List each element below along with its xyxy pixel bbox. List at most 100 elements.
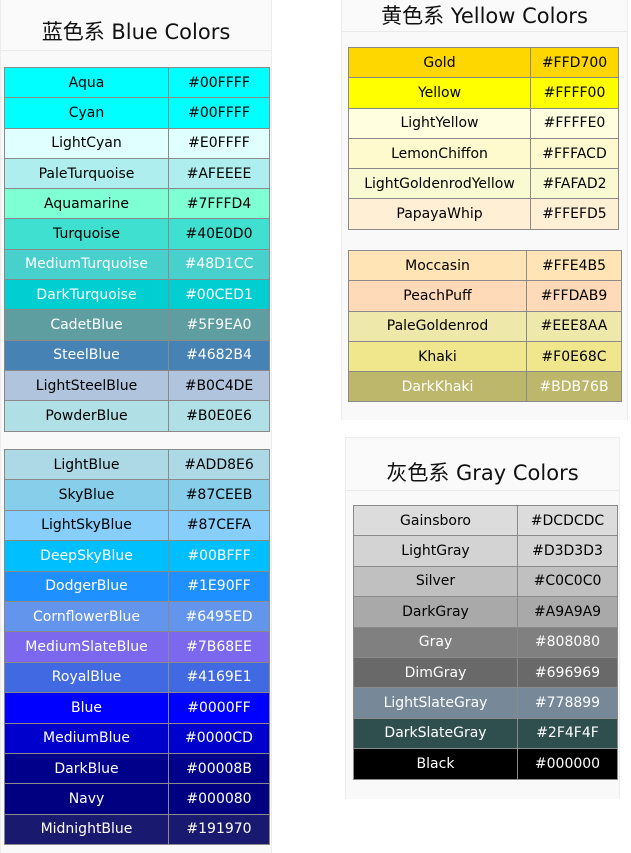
color-name-cell: MidnightBlue (4, 813, 169, 846)
color-row: Black #000000 (353, 748, 618, 780)
color-hex-cell: #00BFFF (168, 540, 270, 572)
color-hex-cell: #FFFF00 (530, 77, 619, 109)
yellow-colors-title: 黄色系 Yellow Colors (342, 0, 627, 32)
color-name-cell: Gainsboro (353, 504, 518, 537)
color-hex-cell: #40E0D0 (168, 218, 270, 250)
color-row: PaleTurquoise #AFEEEE (4, 157, 270, 190)
color-name-cell: DeepSkyBlue (4, 540, 169, 572)
color-name-cell: Gold (348, 46, 531, 79)
blue-colors-title: 蓝色系 Blue Colors (1, 0, 271, 51)
color-row: PaleGoldenrod #EEE8AA (348, 310, 622, 342)
color-name-cell: DarkTurquoise (4, 279, 169, 311)
color-name-cell: Cyan (4, 97, 169, 129)
color-hex-cell: #00008B (168, 752, 270, 785)
color-hex-cell: #696969 (517, 656, 618, 689)
color-hex-cell: #ADD8E6 (168, 448, 270, 481)
color-row: MediumTurquoise #48D1CC (4, 248, 270, 281)
color-row: DarkTurquoise #00CED1 (4, 279, 270, 311)
color-name-cell: MediumBlue (4, 722, 169, 754)
color-hex-cell: #DCDCDC (517, 504, 618, 537)
color-name-cell: Turquoise (4, 218, 169, 250)
color-row: Navy #000080 (4, 783, 270, 815)
color-row: LemonChiffon #FFFACD (348, 137, 619, 170)
color-hex-cell: #7FFFD4 (168, 188, 270, 220)
color-name-cell: DarkKhaki (348, 371, 527, 403)
color-row: MediumBlue #0000CD (4, 722, 270, 754)
color-name-cell: SteelBlue (4, 339, 169, 371)
color-row: Aqua #00FFFF (4, 66, 270, 99)
color-hex-cell: #0000FF (168, 692, 270, 724)
color-row: RoyalBlue #4169E1 (4, 661, 270, 694)
color-hex-cell: #FFD700 (530, 46, 619, 79)
color-name-cell: DarkBlue (4, 752, 169, 785)
color-name-cell: PeachPuff (348, 280, 527, 312)
color-hex-cell: #87CEFA (168, 509, 270, 542)
color-hex-cell: #A9A9A9 (517, 596, 618, 628)
color-hex-cell: #AFEEEE (168, 157, 270, 190)
color-row: Aquamarine #7FFFD4 (4, 188, 270, 220)
color-row: DarkGray #A9A9A9 (353, 596, 618, 628)
color-name-cell: Navy (4, 783, 169, 815)
color-hex-cell: #FFEFD5 (530, 198, 619, 230)
color-hex-cell: #5F9EA0 (168, 309, 270, 341)
color-name-cell: SkyBlue (4, 479, 169, 511)
color-hex-cell: #C0C0C0 (517, 565, 618, 598)
color-name-cell: LemonChiffon (348, 137, 531, 170)
color-name-cell: LightSkyBlue (4, 509, 169, 542)
color-row: Yellow #FFFF00 (348, 77, 619, 109)
color-hex-cell: #000000 (517, 748, 618, 780)
color-row: Turquoise #40E0D0 (4, 218, 270, 250)
color-hex-cell: #0000CD (168, 722, 270, 754)
color-name-cell: LightGray (353, 535, 518, 567)
color-hex-cell: #00CED1 (168, 279, 270, 311)
color-name-cell: Yellow (348, 77, 531, 109)
yellow-colors-table-1: Gold #FFD700 Yellow #FFFF00 LightYellow #FFFF… (348, 46, 619, 230)
color-hex-cell: #7B68EE (168, 631, 270, 663)
color-hex-cell: #EEE8AA (526, 310, 622, 342)
color-row: Silver #C0C0C0 (353, 565, 618, 598)
color-hex-cell: #FFFFE0 (530, 107, 619, 139)
color-row: LightYellow #FFFFE0 (348, 107, 619, 139)
color-name-cell: LightGoldenrodYellow (348, 168, 531, 200)
color-name-cell: Gray (353, 626, 518, 658)
color-hex-cell: #808080 (517, 626, 618, 658)
color-hex-cell: #E0FFFF (168, 127, 270, 159)
color-name-cell: Aqua (4, 66, 169, 99)
color-name-cell: MediumTurquoise (4, 248, 169, 281)
color-name-cell: Moccasin (348, 249, 527, 282)
color-row: PowderBlue #B0E0E6 (4, 400, 270, 432)
color-hex-cell: #D3D3D3 (517, 535, 618, 567)
color-name-cell: Khaki (348, 340, 527, 373)
color-name-cell: Aquamarine (4, 188, 169, 220)
color-row: MidnightBlue #191970 (4, 813, 270, 846)
color-hex-cell: #4682B4 (168, 339, 270, 371)
color-hex-cell: #FFFACD (530, 137, 619, 170)
blue-colors-table-1: Aqua #00FFFF Cyan #00FFFF LightCyan #E0FFFF Pa… (4, 66, 270, 432)
color-name-cell: PaleGoldenrod (348, 310, 527, 342)
color-name-cell: RoyalBlue (4, 661, 169, 694)
color-row: DarkBlue #00008B (4, 752, 270, 785)
color-row: LightBlue #ADD8E6 (4, 448, 270, 481)
color-row: DodgerBlue #1E90FF (4, 570, 270, 602)
color-row: Gold #FFD700 (348, 46, 619, 79)
color-name-cell: LightCyan (4, 127, 169, 159)
color-row: Cyan #00FFFF (4, 97, 270, 129)
color-row: SteelBlue #4682B4 (4, 339, 270, 371)
color-hex-cell: #6495ED (168, 600, 270, 633)
color-row: DarkSlateGray #2F4F4F (353, 717, 618, 750)
color-name-cell: LightBlue (4, 448, 169, 481)
color-row: LightSkyBlue #87CEFA (4, 509, 270, 542)
color-name-cell: DimGray (353, 656, 518, 689)
color-row: LightSlateGray #778899 (353, 687, 618, 719)
color-row: MediumSlateBlue #7B68EE (4, 631, 270, 663)
color-hex-cell: #00FFFF (168, 66, 270, 99)
color-hex-cell: #FAFAD2 (530, 168, 619, 200)
blue-colors-table-2: LightBlue #ADD8E6 SkyBlue #87CEEB LightSkyBl… (4, 448, 270, 846)
color-row: Blue #0000FF (4, 692, 270, 724)
color-row: DarkKhaki #BDB76B (348, 371, 622, 403)
color-name-cell: DarkSlateGray (353, 717, 518, 750)
color-hex-cell: #87CEEB (168, 479, 270, 511)
color-hex-cell: #FFDAB9 (526, 280, 622, 312)
color-hex-cell: #778899 (517, 687, 618, 719)
color-row: Gray #808080 (353, 626, 618, 658)
